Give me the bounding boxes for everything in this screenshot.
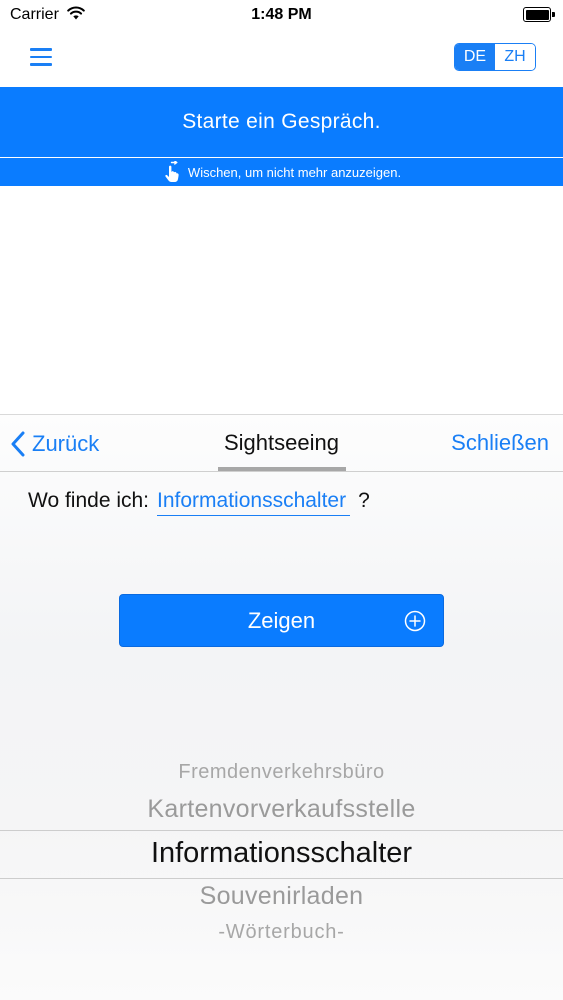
phrase-prefix: Wo finde ich: [28, 489, 150, 512]
picker-item[interactable]: Fremdenverkehrsbüro [0, 761, 563, 784]
swipe-hand-icon [165, 161, 179, 182]
panel-nav-bar: Zurück Sightseeing Schließen [0, 415, 563, 472]
lang-option-de[interactable]: DE [455, 44, 495, 70]
status-time: 1:48 PM [251, 6, 312, 23]
battery-icon [523, 7, 555, 22]
picker-selection-line-bottom [0, 878, 563, 879]
nav-bar: DE ZH [0, 30, 563, 86]
swipe-hint-text: Wischen, um nicht mehr anzuzeigen. [187, 164, 402, 180]
phrase-suffix: ? [358, 489, 370, 512]
show-button[interactable]: Zeigen [119, 594, 444, 647]
language-toggle: DE ZH [454, 43, 536, 71]
show-button-label: Zeigen [247, 607, 316, 633]
picker-item-selected[interactable]: Informationsschalter [0, 837, 563, 870]
title-underline [218, 467, 346, 471]
app-screen: Carrier 1:48 PM DE ZH Starte ein Gespräc… [0, 0, 563, 1000]
hamburger-icon[interactable] [30, 48, 52, 66]
picker-selection-line-top [0, 830, 563, 831]
banner-title: Starte ein Gespräch. [182, 110, 381, 133]
picker-item[interactable]: -Wörterbuch- [0, 921, 563, 944]
close-button[interactable]: Schließen [451, 430, 549, 456]
plus-circle-icon [404, 610, 426, 632]
word-picker[interactable]: Fremdenverkehrsbüro Kartenvorverkaufsste… [0, 755, 563, 955]
picker-item[interactable]: Souvenirladen [0, 882, 563, 911]
swipe-hint-bar[interactable]: Wischen, um nicht mehr anzuzeigen. [0, 158, 563, 186]
lang-option-zh[interactable]: ZH [495, 44, 535, 70]
status-bar: Carrier 1:48 PM [0, 0, 563, 30]
phrase-panel: Zurück Sightseeing Schließen Wo finde ic… [0, 414, 563, 1000]
conversation-banner[interactable]: Starte ein Gespräch. [0, 87, 563, 157]
picker-item[interactable]: Kartenvorverkaufsstelle [0, 795, 563, 824]
conversation-area [0, 186, 563, 414]
phrase-sentence: Wo finde ich: Informationsschalter ? [28, 489, 370, 516]
phrase-slot[interactable]: Informationsschalter [157, 489, 351, 516]
